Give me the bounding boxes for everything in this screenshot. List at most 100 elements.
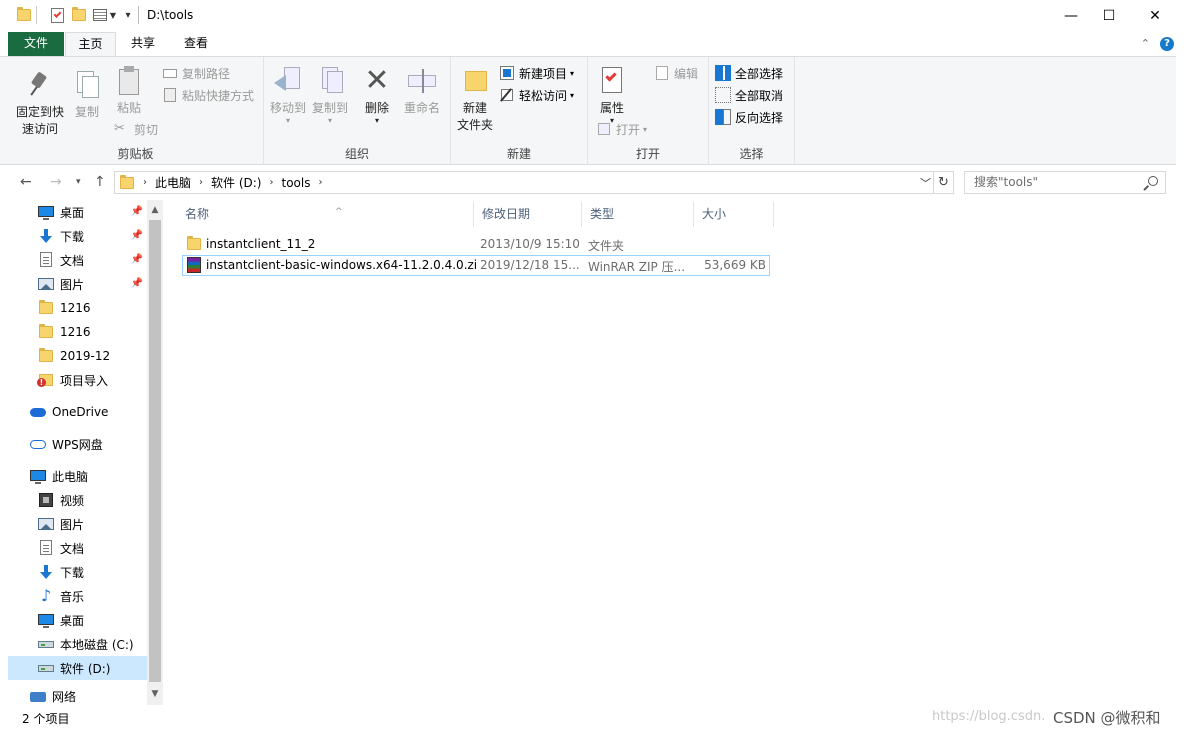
status-bar: 2 个项目 https://blog.csdn. CSDN @微积和 <box>0 705 1186 737</box>
properties-quick-icon[interactable] <box>49 6 65 24</box>
copy-path-button[interactable]: 复制路径 <box>162 63 230 83</box>
column-header-type[interactable]: 类型 <box>582 202 694 227</box>
nav-item-documents[interactable]: 文档 <box>8 536 147 560</box>
desktop-icon <box>38 204 54 220</box>
scroll-up-icon[interactable]: ▲ <box>147 202 163 219</box>
easy-access-button[interactable]: 轻松访问 ▾ <box>499 85 574 105</box>
folder-icon <box>16 6 32 24</box>
tab-view[interactable]: 查看 <box>171 32 221 56</box>
breadcrumb-this-pc[interactable]: 此电脑 <box>155 174 191 191</box>
view-toggle-icon[interactable] <box>92 6 108 24</box>
nav-item-documents[interactable]: 文档 📌 <box>8 248 147 272</box>
nav-item-this-pc[interactable]: 此电脑 <box>8 464 147 488</box>
search-input[interactable]: 搜索"tools" <box>964 171 1166 194</box>
help-icon[interactable]: ? <box>1160 37 1174 51</box>
file-row[interactable]: instantclient_11_2 2013/10/9 15:10 文件夹 <box>182 234 770 255</box>
open-button[interactable]: 打开 ▾ <box>596 119 647 139</box>
rename-label: 重命名 <box>403 101 440 115</box>
pin-label-line2: 速访问 <box>21 122 58 136</box>
address-dropdown-icon[interactable]: ﹀ <box>920 175 931 191</box>
chevron-right-icon[interactable]: › <box>199 177 203 188</box>
move-to-button[interactable]: 移动到 ▾ <box>268 65 308 125</box>
nav-item-project-import[interactable]: 项目导入 <box>8 368 147 392</box>
back-arrow-icon[interactable]: ← <box>20 174 32 190</box>
column-header-modified[interactable]: 修改日期 <box>474 202 582 227</box>
pin-icon[interactable]: 📌 <box>131 206 143 217</box>
edit-button[interactable]: 编辑 <box>654 63 698 83</box>
tab-share[interactable]: 共享 <box>118 32 168 56</box>
column-header-name[interactable]: 名称 ^ <box>177 202 474 227</box>
copy-label: 复制 <box>74 105 99 119</box>
nav-item-drive-d[interactable]: 软件 (D:) <box>8 656 147 680</box>
pin-quick-access-button[interactable]: 固定到快 速访问 <box>12 69 68 137</box>
collapse-ribbon-icon[interactable]: ⌃ <box>1141 37 1150 50</box>
folder-warning-icon <box>37 372 54 388</box>
nav-item-label: 软件 (D:) <box>60 661 111 676</box>
nav-scrollbar[interactable]: ▲ ▼ <box>147 200 163 705</box>
nav-item-network[interactable]: 网络 <box>8 688 147 705</box>
nav-item-folder-2019-12[interactable]: 2019-12 <box>8 344 147 368</box>
new-folder-button[interactable]: 新建 文件夹 <box>453 65 497 133</box>
pin-icon[interactable]: 📌 <box>131 278 143 289</box>
search-placeholder: 搜索"tools" <box>974 175 1039 189</box>
nav-item-folder-1216[interactable]: 1216 <box>8 296 147 320</box>
refresh-icon[interactable]: ↻ <box>934 171 954 194</box>
file-row[interactable]: instantclient-basic-windows.x64-11.2.0.4… <box>182 255 770 276</box>
scroll-thumb[interactable] <box>149 220 161 682</box>
file-modified: 2019/12/18 15... <box>480 258 580 272</box>
open-group-label: 打开 <box>635 147 660 161</box>
download-icon <box>38 564 54 580</box>
nav-item-desktop[interactable]: 桌面 <box>8 608 147 632</box>
file-type: 文件夹 <box>588 239 625 253</box>
nav-item-music[interactable]: ♪ 音乐 <box>8 584 147 608</box>
forward-arrow-icon[interactable]: → <box>50 174 62 190</box>
new-folder-quick-icon[interactable] <box>71 6 87 24</box>
copy-button[interactable]: 复制 <box>70 69 104 120</box>
rename-button[interactable]: 重命名 <box>400 65 444 116</box>
quick-access-dropdown-icon[interactable]: ▾ <box>123 6 133 24</box>
nav-item-downloads[interactable]: 下载 <box>8 560 147 584</box>
watermark-brand: CSDN @微积和 <box>1053 709 1161 727</box>
nav-item-drive-c[interactable]: 本地磁盘 (C:) <box>8 632 147 656</box>
nav-item-downloads[interactable]: 下载 📌 <box>8 224 147 248</box>
breadcrumb-tools[interactable]: tools <box>281 176 310 190</box>
cut-button[interactable]: ✂ 剪切 <box>114 119 158 139</box>
customize-quick-access-icon[interactable]: ▼ <box>109 6 117 24</box>
nav-item-onedrive[interactable]: OneDrive <box>8 400 147 424</box>
copy-to-button[interactable]: 复制到 ▾ <box>310 65 350 125</box>
breadcrumb-drive-d[interactable]: 软件 (D:) <box>211 174 261 191</box>
nav-item-pictures[interactable]: 图片 📌 <box>8 272 147 296</box>
tab-home[interactable]: 主页 <box>65 32 116 57</box>
invert-selection-button[interactable]: 反向选择 <box>715 107 783 127</box>
recent-locations-icon[interactable]: ▾ <box>76 177 81 187</box>
nav-item-videos[interactable]: 视频 <box>8 488 147 512</box>
select-all-button[interactable]: 全部选择 <box>715 63 783 83</box>
maximize-button[interactable]: ☐ <box>1086 0 1132 31</box>
pin-icon[interactable]: 📌 <box>131 230 143 241</box>
chevron-right-icon[interactable]: › <box>318 177 322 188</box>
delete-button[interactable]: ✕ 删除 ▾ <box>361 65 393 126</box>
search-icon[interactable] <box>1148 176 1158 186</box>
scroll-down-icon[interactable]: ▼ <box>147 686 163 703</box>
column-header-size[interactable]: 大小 <box>694 202 774 227</box>
chevron-right-icon[interactable]: › <box>143 177 147 188</box>
select-none-button[interactable]: 全部取消 <box>715 85 783 105</box>
up-arrow-icon[interactable]: ↑ <box>94 174 106 190</box>
nav-item-pictures[interactable]: 图片 <box>8 512 147 536</box>
paste-shortcut-button[interactable]: 粘贴快捷方式 <box>162 85 254 105</box>
file-name: instantclient_11_2 <box>206 237 316 251</box>
nav-item-label: 2019-12 <box>60 349 111 363</box>
chevron-right-icon[interactable]: › <box>269 177 273 188</box>
wps-cloud-icon <box>30 436 46 452</box>
nav-item-wps[interactable]: WPS网盘 <box>8 432 147 456</box>
pin-icon[interactable]: 📌 <box>131 254 143 265</box>
nav-item-desktop[interactable]: 桌面 📌 <box>8 200 147 224</box>
nav-item-label: 1216 <box>60 301 91 315</box>
properties-button[interactable]: 属性 ▾ <box>592 65 632 125</box>
new-item-button[interactable]: 新建项目 ▾ <box>499 63 574 83</box>
address-bar[interactable]: › 此电脑 › 软件 (D:) › tools › ﹀ <box>114 171 934 194</box>
paste-button[interactable]: 粘贴 <box>110 65 148 116</box>
tab-file[interactable]: 文件 <box>8 32 64 56</box>
close-button[interactable]: ✕ <box>1132 0 1178 31</box>
nav-item-folder-1216[interactable]: 1216 <box>8 320 147 344</box>
